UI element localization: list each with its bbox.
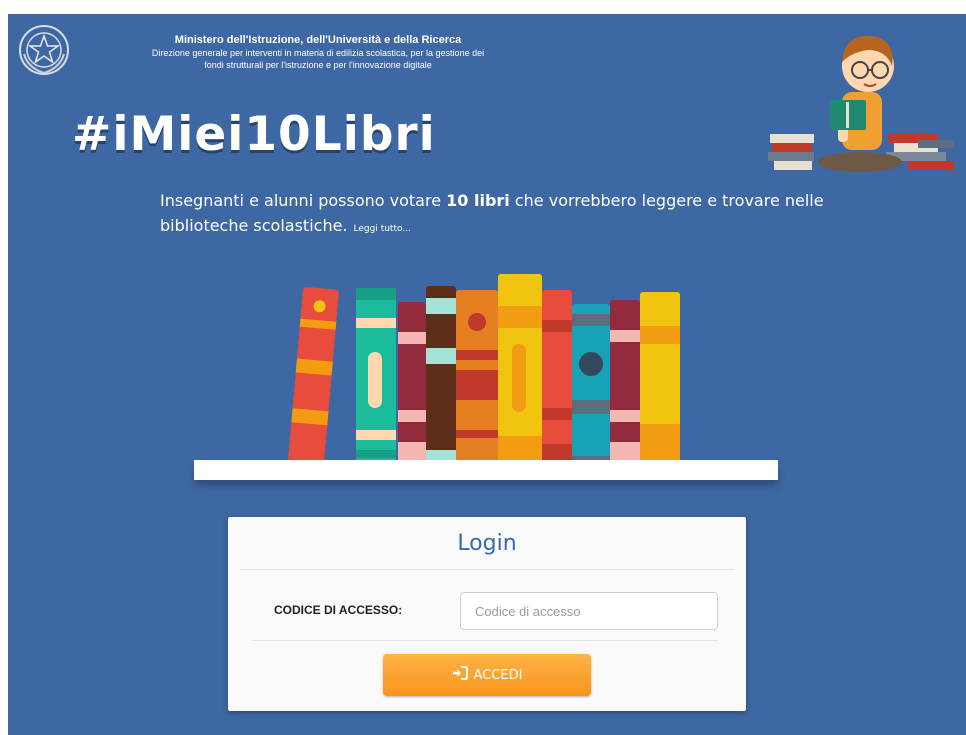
read-more-link[interactable]: Leggi tutto... [354, 224, 411, 234]
ministry-header: Ministero dell'Istruzione, dell'Universi… [98, 33, 538, 71]
divider [252, 640, 718, 641]
ministry-name: Ministero dell'Istruzione, dell'Universi… [174, 34, 462, 46]
access-code-label: CODICE DI ACCESSO: [274, 603, 403, 617]
intro-text: Insegnanti e alunni possono votare 10 li… [160, 188, 860, 242]
intro-highlight: 10 libri [446, 191, 510, 210]
books-illustration [287, 274, 680, 473]
campaign-logo: #iMiei10Libri [72, 107, 436, 162]
login-button[interactable]: ACCEDI [383, 654, 591, 696]
login-title: Login [457, 531, 517, 556]
access-code-input[interactable] [460, 592, 718, 630]
divider [240, 569, 734, 570]
login-button-label: ACCEDI [473, 667, 523, 683]
direction-line-1: Direzione generale per interventi in mat… [151, 48, 485, 58]
reading-boy-illustration [768, 35, 954, 172]
bookshelf [194, 460, 778, 480]
login-panel: Login CODICE DI ACCESSO: ACCEDI [228, 517, 746, 711]
direction-line-2: fondi strutturali per l'istruzione e per… [204, 60, 432, 70]
page-background: Ministero dell'Istruzione, dell'Universi… [8, 14, 966, 735]
sign-in-icon [452, 666, 468, 684]
intro-text-before: Insegnanti e alunni possono votare [160, 191, 447, 210]
italian-republic-emblem-icon [19, 25, 69, 75]
